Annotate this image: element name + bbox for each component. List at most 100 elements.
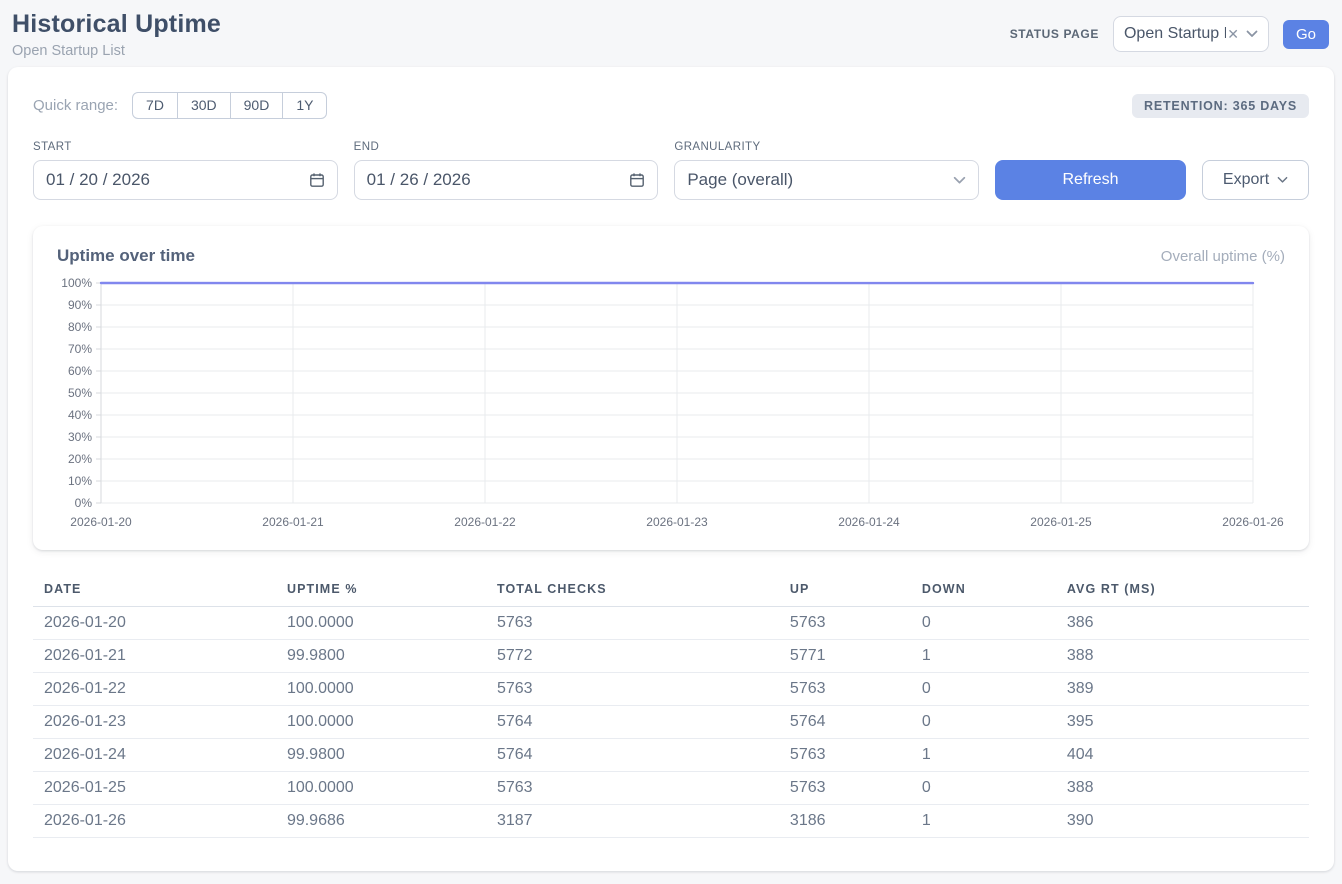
calendar-icon[interactable]	[309, 172, 325, 188]
table-column-header: DATE	[33, 576, 276, 607]
quick-range-group: 7D 30D 90D 1Y	[132, 92, 327, 119]
chevron-down-icon	[1277, 176, 1288, 184]
y-axis-label: 100%	[61, 276, 92, 290]
table-cell: 0	[911, 673, 1056, 706]
quick-range-1y-button[interactable]: 1Y	[282, 92, 327, 119]
table-cell: 100.0000	[276, 673, 486, 706]
table-row: 2026-01-22100.0000576357630389	[33, 673, 1309, 706]
table-cell: 1	[911, 640, 1056, 673]
y-axis-label: 30%	[68, 430, 92, 444]
end-date-input[interactable]: 01 / 26 / 2026	[354, 160, 659, 200]
calendar-icon[interactable]	[629, 172, 645, 188]
table-row: 2026-01-25100.0000576357630388	[33, 772, 1309, 805]
retention-badge: RETENTION: 365 DAYS	[1132, 94, 1309, 118]
start-label: START	[33, 141, 338, 153]
table-cell: 388	[1056, 772, 1309, 805]
status-page-select[interactable]: Open Startup List ✕	[1113, 16, 1269, 52]
start-date-value: 01 / 20 / 2026	[46, 170, 150, 190]
table-cell: 99.9686	[276, 805, 486, 838]
start-date-field: START 01 / 20 / 2026	[33, 141, 338, 200]
table-row: 2026-01-2499.9800576457631404	[33, 739, 1309, 772]
table-cell: 99.9800	[276, 739, 486, 772]
x-axis-label: 2026-01-20	[70, 515, 132, 529]
page-subtitle: Open Startup List	[12, 43, 221, 59]
filters-row: START 01 / 20 / 2026 END 01 / 26 / 2026 …	[33, 141, 1309, 200]
y-axis-label: 0%	[75, 496, 93, 510]
uptime-table-body: 2026-01-20100.00005763576303862026-01-21…	[33, 607, 1309, 838]
table-row: 2026-01-2199.9800577257711388	[33, 640, 1309, 673]
chart-legend: Overall uptime (%)	[1161, 248, 1285, 265]
refresh-button[interactable]: Refresh	[995, 160, 1186, 200]
table-cell: 386	[1056, 607, 1309, 640]
go-button[interactable]: Go	[1283, 20, 1329, 49]
table-cell: 0	[911, 607, 1056, 640]
table-cell: 395	[1056, 706, 1309, 739]
quick-range-7d-button[interactable]: 7D	[132, 92, 178, 119]
export-button[interactable]: Export	[1202, 160, 1309, 200]
quick-range-30d-button[interactable]: 30D	[177, 92, 231, 119]
table-cell: 5763	[486, 772, 779, 805]
table-row: 2026-01-20100.0000576357630386	[33, 607, 1309, 640]
y-axis-label: 70%	[68, 342, 92, 356]
clear-selection-icon[interactable]: ✕	[1227, 26, 1239, 43]
table-cell: 5764	[779, 706, 911, 739]
y-axis-label: 60%	[68, 364, 92, 378]
y-axis-label: 90%	[68, 298, 92, 312]
table-cell: 5763	[486, 607, 779, 640]
table-cell: 100.0000	[276, 772, 486, 805]
x-axis-label: 2026-01-25	[1030, 515, 1092, 529]
start-date-input[interactable]: 01 / 20 / 2026	[33, 160, 338, 200]
chart-title: Uptime over time	[57, 246, 195, 266]
y-axis-label: 50%	[68, 386, 92, 400]
granularity-value: Page (overall)	[687, 170, 793, 190]
chevron-down-icon	[953, 176, 966, 185]
table-cell: 5771	[779, 640, 911, 673]
table-cell: 388	[1056, 640, 1309, 673]
table-cell: 2026-01-26	[33, 805, 276, 838]
granularity-field: GRANULARITY Page (overall)	[674, 141, 979, 200]
table-column-header: UPTIME %	[276, 576, 486, 607]
table-column-header: DOWN	[911, 576, 1056, 607]
table-cell: 2026-01-23	[33, 706, 276, 739]
table-cell: 5763	[486, 673, 779, 706]
uptime-chart-svg: 0% 10% 20% 30% 40% 50% 60% 70% 80% 90% 100% 2026-01…	[57, 276, 1285, 536]
page-title: Historical Uptime	[12, 10, 221, 39]
table-cell: 3186	[779, 805, 911, 838]
y-axis-label: 80%	[68, 320, 92, 334]
chevron-down-icon	[1246, 30, 1258, 38]
table-cell: 0	[911, 706, 1056, 739]
table-cell: 3187	[486, 805, 779, 838]
table-cell: 5764	[486, 739, 779, 772]
chart-panel: Uptime over time Overall uptime (%) 0% 10…	[33, 226, 1309, 550]
table-row: 2026-01-23100.0000576457640395	[33, 706, 1309, 739]
granularity-label: GRANULARITY	[674, 141, 979, 153]
x-axis-label: 2026-01-22	[454, 515, 516, 529]
end-date-field: END 01 / 26 / 2026	[354, 141, 659, 200]
table-header-row: DATEUPTIME %TOTAL CHECKSUPDOWNAVG RT (MS…	[33, 576, 1309, 607]
y-axis-label: 20%	[68, 452, 92, 466]
x-axis-label: 2026-01-26	[1222, 515, 1284, 529]
table-cell: 5763	[779, 739, 911, 772]
table-cell: 2026-01-20	[33, 607, 276, 640]
table-cell: 1	[911, 739, 1056, 772]
table-cell: 404	[1056, 739, 1309, 772]
quick-range-label: Quick range:	[33, 97, 118, 114]
table-cell: 2026-01-21	[33, 640, 276, 673]
table-cell: 390	[1056, 805, 1309, 838]
end-label: END	[354, 141, 659, 153]
y-axis-label: 40%	[68, 408, 92, 422]
x-axis-label: 2026-01-23	[646, 515, 708, 529]
end-date-value: 01 / 26 / 2026	[367, 170, 471, 190]
x-axis-label: 2026-01-24	[838, 515, 900, 529]
page-header: Historical Uptime Open Startup List STAT…	[0, 0, 1342, 59]
table-cell: 1	[911, 805, 1056, 838]
title-block: Historical Uptime Open Startup List	[12, 10, 221, 59]
table-cell: 100.0000	[276, 706, 486, 739]
table-column-header: AVG RT (MS)	[1056, 576, 1309, 607]
granularity-select[interactable]: Page (overall)	[674, 160, 979, 200]
quick-range-90d-button[interactable]: 90D	[230, 92, 284, 119]
y-axis-label: 10%	[68, 474, 92, 488]
table-cell: 2026-01-22	[33, 673, 276, 706]
table-cell: 99.9800	[276, 640, 486, 673]
status-page-controls: STATUS PAGE Open Startup List ✕ Go	[1010, 16, 1329, 52]
